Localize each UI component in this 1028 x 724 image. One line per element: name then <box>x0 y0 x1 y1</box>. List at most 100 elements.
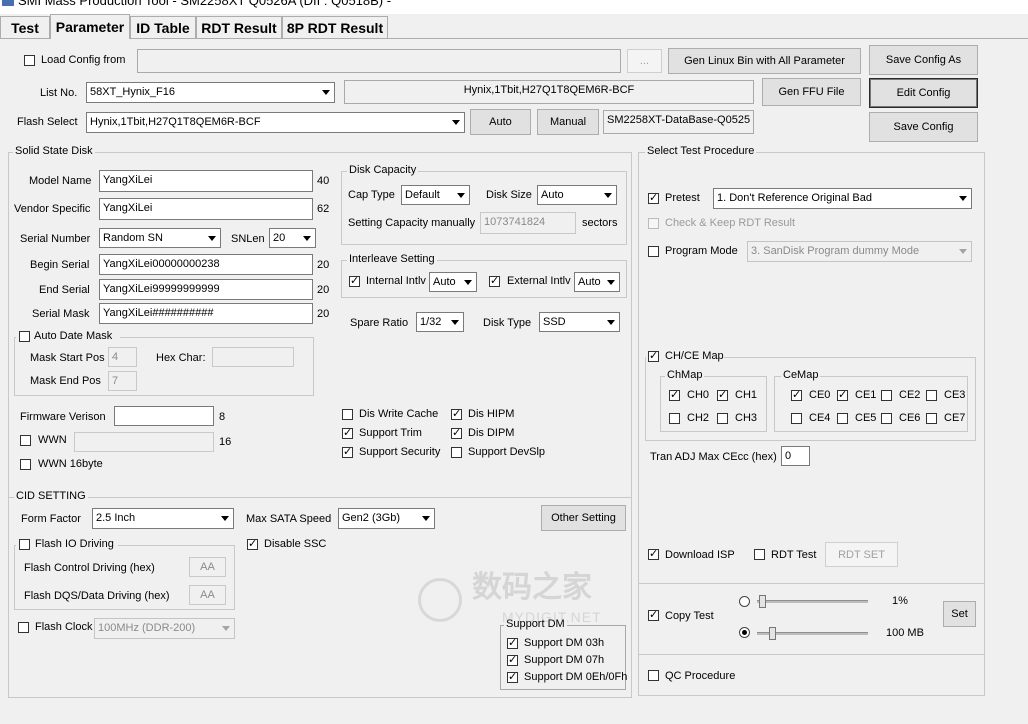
wwn16-checkbox[interactable] <box>20 459 31 470</box>
spare-ratio-select[interactable]: 1/32 <box>416 312 464 332</box>
ce0-checkbox[interactable] <box>791 388 802 401</box>
mb-radio[interactable] <box>739 627 750 638</box>
model-name-input[interactable]: YangXiLei <box>99 170 313 192</box>
form-factor-select[interactable]: 2.5 Inch <box>92 508 234 529</box>
internal-intlv-checkbox[interactable] <box>349 274 360 287</box>
mb-slider-thumb[interactable] <box>769 627 776 640</box>
flash-control-driving-input[interactable]: AA <box>189 557 226 577</box>
manual-button[interactable]: Manual <box>537 109 599 135</box>
support-devslp-checkbox[interactable] <box>451 447 462 458</box>
ce1-checkbox[interactable] <box>837 388 848 401</box>
end-serial-input[interactable]: YangXiLei99999999999 <box>99 279 313 300</box>
other-setting-button[interactable]: Other Setting <box>541 505 626 531</box>
ch3-checkbox[interactable] <box>717 413 728 424</box>
snlen-select[interactable]: 20 <box>269 228 316 248</box>
list-no-select[interactable]: 58XT_Hynix_F16 <box>86 82 335 103</box>
mask-end-pos-input[interactable]: 7 <box>108 371 137 391</box>
download-isp-checkbox[interactable] <box>648 547 659 560</box>
external-intlv-checkbox[interactable] <box>489 274 500 287</box>
copy-test-checkbox[interactable] <box>648 608 659 621</box>
chevron-down-icon[interactable] <box>955 242 971 261</box>
dis-hipm-checkbox[interactable] <box>451 407 462 420</box>
chevron-down-icon[interactable] <box>600 186 616 204</box>
save-config-as-button[interactable]: Save Config As <box>869 45 978 75</box>
disk-type-select[interactable]: SSD <box>539 312 620 332</box>
flash-clock-checkbox[interactable] <box>18 622 29 633</box>
program-mode-checkbox[interactable] <box>648 246 659 257</box>
chevron-down-icon[interactable] <box>448 113 464 132</box>
begin-serial-input[interactable]: YangXiLei00000000238 <box>99 254 313 275</box>
save-config-button[interactable]: Save Config <box>869 112 978 142</box>
percent-slider-thumb[interactable] <box>759 595 766 608</box>
load-config-path[interactable] <box>137 49 621 73</box>
gen-ffu-file-button[interactable]: Gen FFU File <box>762 78 861 106</box>
ce5-checkbox[interactable] <box>837 413 848 424</box>
pretest-checkbox[interactable] <box>648 191 659 204</box>
qc-procedure-checkbox[interactable] <box>648 670 659 681</box>
disk-size-select[interactable]: Auto <box>537 185 617 205</box>
support-dm-07h-checkbox[interactable] <box>507 653 518 666</box>
serial-number-select[interactable]: Random SN <box>99 228 221 248</box>
browse-button[interactable]: ... <box>627 49 662 73</box>
dis-dipm-checkbox[interactable] <box>451 426 462 439</box>
flash-io-driving-checkbox[interactable] <box>19 539 30 550</box>
hex-char-input[interactable] <box>212 347 294 367</box>
chevron-down-icon[interactable] <box>603 313 619 331</box>
ce2-checkbox[interactable] <box>881 390 892 401</box>
flash-clock-select[interactable]: 100MHz (DDR-200) <box>94 618 235 639</box>
ce7-checkbox[interactable] <box>926 413 937 424</box>
flash-select-dropdown[interactable]: Hynix,1Tbit,H27Q1T8QEM6R-BCF <box>86 112 465 133</box>
serial-mask-input[interactable]: YangXiLei########## <box>99 303 313 324</box>
rdt-test-checkbox[interactable] <box>754 549 765 560</box>
gen-linux-bin-button[interactable]: Gen Linux Bin with All Parameter <box>668 48 861 74</box>
cap-type-select[interactable]: Default <box>401 185 470 205</box>
mb-slider[interactable] <box>757 626 871 642</box>
ce6-checkbox[interactable] <box>881 413 892 424</box>
auto-button[interactable]: Auto <box>470 109 531 135</box>
ce4-checkbox[interactable] <box>791 413 802 424</box>
edit-config-button[interactable]: Edit Config <box>869 78 978 108</box>
setting-capacity-input[interactable]: 1073741824 <box>480 212 576 234</box>
chce-map-checkbox[interactable] <box>648 349 659 362</box>
chevron-down-icon[interactable] <box>460 273 476 291</box>
support-dm-03h-checkbox[interactable] <box>507 636 518 649</box>
percent-slider[interactable] <box>757 594 871 610</box>
wwn-input[interactable] <box>74 432 214 452</box>
pretest-select[interactable]: 1. Don't Reference Original Bad <box>713 188 972 209</box>
ch2-checkbox[interactable] <box>669 413 680 424</box>
disable-ssc-checkbox[interactable] <box>247 537 258 550</box>
chevron-down-icon[interactable] <box>603 273 619 291</box>
support-security-checkbox[interactable] <box>342 445 353 458</box>
vendor-specific-input[interactable]: YangXiLei <box>99 198 313 220</box>
mask-start-pos-input[interactable]: 4 <box>108 347 137 367</box>
chevron-down-icon[interactable] <box>299 229 315 247</box>
support-trim-checkbox[interactable] <box>342 426 353 439</box>
load-config-checkbox[interactable] <box>24 55 35 66</box>
ce3-checkbox[interactable] <box>926 390 937 401</box>
internal-intlv-select[interactable]: Auto <box>429 272 477 292</box>
chevron-down-icon[interactable] <box>204 229 220 247</box>
chevron-down-icon[interactable] <box>318 83 334 102</box>
wwn-checkbox[interactable] <box>20 435 31 446</box>
tab-test[interactable]: Test <box>0 16 50 38</box>
max-sata-speed-select[interactable]: Gen2 (3Gb) <box>338 508 435 529</box>
dis-write-cache-checkbox[interactable] <box>342 409 353 420</box>
chevron-down-icon[interactable] <box>447 313 463 331</box>
auto-date-mask-checkbox[interactable] <box>19 331 30 342</box>
chevron-down-icon[interactable] <box>418 509 434 528</box>
ch1-checkbox[interactable] <box>717 388 728 401</box>
set-button[interactable]: Set <box>943 601 976 627</box>
tab-8p-rdt-result[interactable]: 8P RDT Result <box>282 16 388 38</box>
check-keep-rdt-checkbox[interactable] <box>648 218 659 229</box>
tab-parameter[interactable]: Parameter <box>50 14 130 39</box>
chevron-down-icon[interactable] <box>955 189 971 208</box>
percent-radio[interactable] <box>739 596 750 607</box>
rdt-set-button[interactable]: RDT SET <box>825 542 898 567</box>
tab-rdt-result[interactable]: RDT Result <box>196 16 282 38</box>
support-dm-0eh-checkbox[interactable] <box>507 670 518 683</box>
chevron-down-icon[interactable] <box>217 509 233 528</box>
flash-dqs-driving-input[interactable]: AA <box>189 585 226 605</box>
program-mode-select[interactable]: 3. SanDisk Program dummy Mode <box>747 241 972 262</box>
tran-adj-input[interactable]: 0 <box>781 446 810 466</box>
ch0-checkbox[interactable] <box>669 388 680 401</box>
